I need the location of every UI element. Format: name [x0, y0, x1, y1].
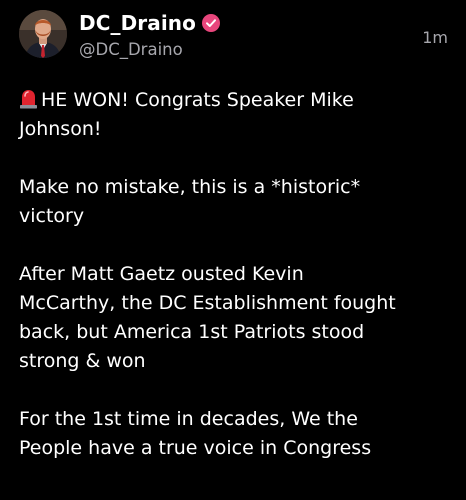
post-line: victory	[19, 205, 85, 227]
display-name-row: DC_Draino	[79, 10, 220, 36]
post-line: After Matt Gaetz ousted Kevin	[19, 263, 304, 285]
social-post: DC_Draino @DC_Draino 1m HE WON! Congrats…	[0, 0, 466, 500]
post-line: McCarthy, the DC Establishment fought	[19, 292, 396, 314]
author-block: DC_Draino @DC_Draino	[79, 10, 220, 59]
post-line: People have a true voice in Congress	[19, 437, 372, 459]
post-timestamp[interactable]: 1m	[422, 28, 448, 47]
post-line: strong & won	[19, 350, 146, 372]
display-name[interactable]: DC_Draino	[79, 11, 196, 35]
post-line: For the 1st time in decades, We the	[19, 408, 358, 430]
post-line: Johnson!	[19, 118, 102, 140]
author-handle[interactable]: @DC_Draino	[79, 40, 220, 59]
post-paragraph: Make no mistake, this is a *historic* vi…	[19, 173, 449, 231]
profile-photo	[19, 10, 67, 58]
post-paragraph: For the 1st time in decades, We the Peop…	[19, 405, 449, 463]
post-line-text: HE WON! Congrats Speaker Mike	[41, 89, 354, 111]
post-line: Make no mistake, this is a *historic*	[19, 176, 361, 198]
post-paragraph: HE WON! Congrats Speaker Mike Johnson!	[19, 86, 449, 144]
verified-badge-icon	[201, 14, 220, 32]
post-line: back, but America 1st Patriots stood	[19, 321, 365, 343]
post-line: HE WON! Congrats Speaker Mike	[19, 86, 449, 115]
police-siren-icon	[19, 88, 38, 109]
avatar[interactable]	[19, 10, 67, 58]
post-body: HE WON! Congrats Speaker Mike Johnson! M…	[19, 86, 449, 492]
post-paragraph: After Matt Gaetz ousted Kevin McCarthy, …	[19, 260, 449, 376]
